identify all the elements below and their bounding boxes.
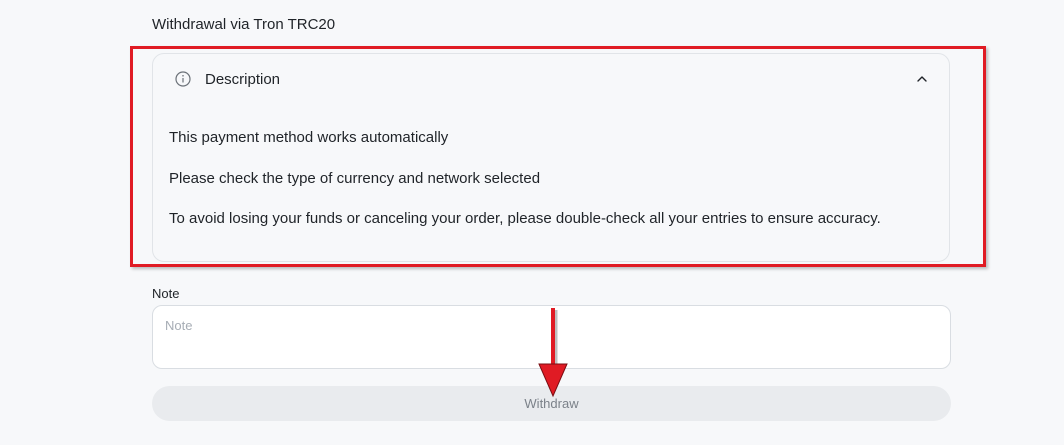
description-toggle[interactable]: Description	[153, 54, 949, 104]
description-line: To avoid losing your funds or canceling …	[169, 210, 881, 227]
info-icon	[175, 71, 191, 87]
description-line: Please check the type of currency and ne…	[169, 170, 541, 187]
description-header-label: Description	[205, 71, 281, 88]
note-input[interactable]	[152, 305, 951, 369]
chevron-up-icon[interactable]	[915, 72, 929, 86]
withdraw-button[interactable]: Withdraw	[152, 386, 951, 421]
note-label: Note	[152, 286, 180, 301]
description-line: This payment method works automatically	[169, 129, 449, 146]
description-panel: Description This payment method works au…	[152, 53, 950, 262]
withdrawal-title: Withdrawal via Tron TRC20	[152, 16, 336, 33]
withdrawal-page: Withdrawal via Tron TRC20 Description Th…	[0, 0, 1064, 445]
